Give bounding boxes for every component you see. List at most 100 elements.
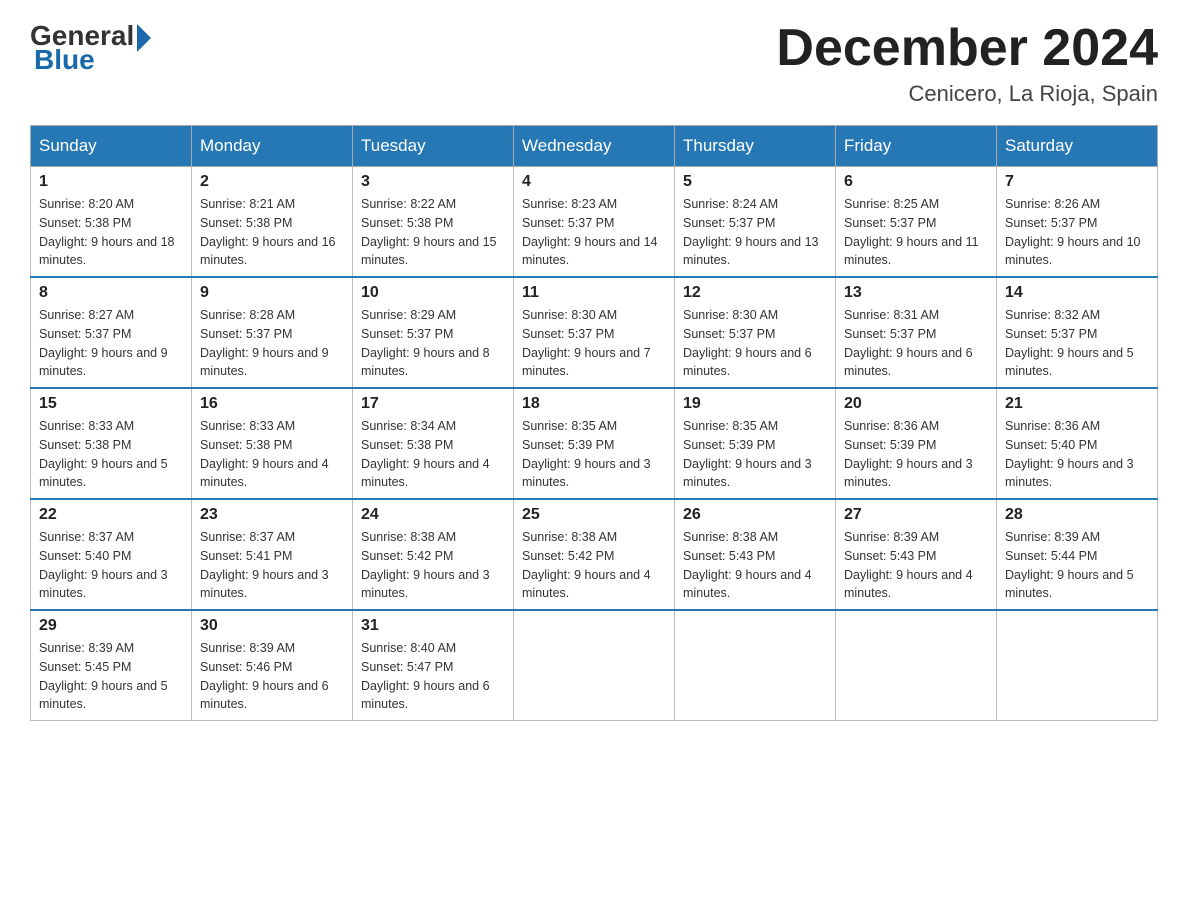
day-number: 24 xyxy=(361,506,505,524)
day-number: 30 xyxy=(200,617,344,635)
calendar-day-cell xyxy=(836,610,997,721)
day-info: Sunrise: 8:28 AM Sunset: 5:37 PM Dayligh… xyxy=(200,306,344,381)
day-info: Sunrise: 8:20 AM Sunset: 5:38 PM Dayligh… xyxy=(39,195,183,270)
day-of-week-header: Sunday xyxy=(31,126,192,167)
day-number: 19 xyxy=(683,395,827,413)
calendar-day-cell: 13 Sunrise: 8:31 AM Sunset: 5:37 PM Dayl… xyxy=(836,277,997,388)
day-number: 27 xyxy=(844,506,988,524)
calendar-week-row: 22 Sunrise: 8:37 AM Sunset: 5:40 PM Dayl… xyxy=(31,499,1158,610)
calendar-day-cell: 22 Sunrise: 8:37 AM Sunset: 5:40 PM Dayl… xyxy=(31,499,192,610)
day-number: 1 xyxy=(39,173,183,191)
day-info: Sunrise: 8:38 AM Sunset: 5:42 PM Dayligh… xyxy=(522,528,666,603)
day-info: Sunrise: 8:23 AM Sunset: 5:37 PM Dayligh… xyxy=(522,195,666,270)
day-number: 5 xyxy=(683,173,827,191)
calendar-day-cell: 31 Sunrise: 8:40 AM Sunset: 5:47 PM Dayl… xyxy=(353,610,514,721)
day-number: 29 xyxy=(39,617,183,635)
day-info: Sunrise: 8:35 AM Sunset: 5:39 PM Dayligh… xyxy=(522,417,666,492)
day-info: Sunrise: 8:33 AM Sunset: 5:38 PM Dayligh… xyxy=(39,417,183,492)
month-title: December 2024 xyxy=(776,20,1158,77)
day-info: Sunrise: 8:37 AM Sunset: 5:40 PM Dayligh… xyxy=(39,528,183,603)
calendar-day-cell: 24 Sunrise: 8:38 AM Sunset: 5:42 PM Dayl… xyxy=(353,499,514,610)
day-number: 3 xyxy=(361,173,505,191)
day-number: 20 xyxy=(844,395,988,413)
day-number: 9 xyxy=(200,284,344,302)
day-of-week-header: Saturday xyxy=(997,126,1158,167)
day-info: Sunrise: 8:38 AM Sunset: 5:43 PM Dayligh… xyxy=(683,528,827,603)
calendar-week-row: 29 Sunrise: 8:39 AM Sunset: 5:45 PM Dayl… xyxy=(31,610,1158,721)
calendar-day-cell: 17 Sunrise: 8:34 AM Sunset: 5:38 PM Dayl… xyxy=(353,388,514,499)
calendar-week-row: 15 Sunrise: 8:33 AM Sunset: 5:38 PM Dayl… xyxy=(31,388,1158,499)
day-number: 17 xyxy=(361,395,505,413)
calendar-day-cell: 19 Sunrise: 8:35 AM Sunset: 5:39 PM Dayl… xyxy=(675,388,836,499)
logo-blue-text: Blue xyxy=(34,44,95,76)
day-number: 11 xyxy=(522,284,666,302)
day-info: Sunrise: 8:31 AM Sunset: 5:37 PM Dayligh… xyxy=(844,306,988,381)
calendar-day-cell: 12 Sunrise: 8:30 AM Sunset: 5:37 PM Dayl… xyxy=(675,277,836,388)
day-of-week-header: Tuesday xyxy=(353,126,514,167)
day-info: Sunrise: 8:22 AM Sunset: 5:38 PM Dayligh… xyxy=(361,195,505,270)
day-info: Sunrise: 8:26 AM Sunset: 5:37 PM Dayligh… xyxy=(1005,195,1149,270)
day-of-week-header: Friday xyxy=(836,126,997,167)
day-of-week-header: Thursday xyxy=(675,126,836,167)
day-info: Sunrise: 8:24 AM Sunset: 5:37 PM Dayligh… xyxy=(683,195,827,270)
day-info: Sunrise: 8:29 AM Sunset: 5:37 PM Dayligh… xyxy=(361,306,505,381)
day-info: Sunrise: 8:32 AM Sunset: 5:37 PM Dayligh… xyxy=(1005,306,1149,381)
day-of-week-header: Monday xyxy=(192,126,353,167)
day-number: 12 xyxy=(683,284,827,302)
day-number: 25 xyxy=(522,506,666,524)
day-number: 21 xyxy=(1005,395,1149,413)
calendar-day-cell: 30 Sunrise: 8:39 AM Sunset: 5:46 PM Dayl… xyxy=(192,610,353,721)
day-number: 26 xyxy=(683,506,827,524)
day-number: 18 xyxy=(522,395,666,413)
calendar-table: SundayMondayTuesdayWednesdayThursdayFrid… xyxy=(30,125,1158,721)
day-number: 14 xyxy=(1005,284,1149,302)
calendar-day-cell: 25 Sunrise: 8:38 AM Sunset: 5:42 PM Dayl… xyxy=(514,499,675,610)
day-info: Sunrise: 8:33 AM Sunset: 5:38 PM Dayligh… xyxy=(200,417,344,492)
day-info: Sunrise: 8:27 AM Sunset: 5:37 PM Dayligh… xyxy=(39,306,183,381)
day-info: Sunrise: 8:37 AM Sunset: 5:41 PM Dayligh… xyxy=(200,528,344,603)
day-number: 23 xyxy=(200,506,344,524)
calendar-day-cell: 27 Sunrise: 8:39 AM Sunset: 5:43 PM Dayl… xyxy=(836,499,997,610)
day-number: 15 xyxy=(39,395,183,413)
day-number: 8 xyxy=(39,284,183,302)
logo: General Blue xyxy=(30,20,151,76)
calendar-day-cell: 18 Sunrise: 8:35 AM Sunset: 5:39 PM Dayl… xyxy=(514,388,675,499)
calendar-day-cell: 2 Sunrise: 8:21 AM Sunset: 5:38 PM Dayli… xyxy=(192,167,353,278)
calendar-day-cell: 4 Sunrise: 8:23 AM Sunset: 5:37 PM Dayli… xyxy=(514,167,675,278)
day-info: Sunrise: 8:34 AM Sunset: 5:38 PM Dayligh… xyxy=(361,417,505,492)
page-header: General Blue December 2024 Cenicero, La … xyxy=(30,20,1158,107)
calendar-day-cell: 5 Sunrise: 8:24 AM Sunset: 5:37 PM Dayli… xyxy=(675,167,836,278)
calendar-day-cell: 29 Sunrise: 8:39 AM Sunset: 5:45 PM Dayl… xyxy=(31,610,192,721)
day-info: Sunrise: 8:36 AM Sunset: 5:40 PM Dayligh… xyxy=(1005,417,1149,492)
day-number: 6 xyxy=(844,173,988,191)
day-info: Sunrise: 8:39 AM Sunset: 5:46 PM Dayligh… xyxy=(200,639,344,714)
calendar-week-row: 1 Sunrise: 8:20 AM Sunset: 5:38 PM Dayli… xyxy=(31,167,1158,278)
calendar-day-cell: 3 Sunrise: 8:22 AM Sunset: 5:38 PM Dayli… xyxy=(353,167,514,278)
calendar-day-cell: 10 Sunrise: 8:29 AM Sunset: 5:37 PM Dayl… xyxy=(353,277,514,388)
calendar-day-cell: 20 Sunrise: 8:36 AM Sunset: 5:39 PM Dayl… xyxy=(836,388,997,499)
day-info: Sunrise: 8:35 AM Sunset: 5:39 PM Dayligh… xyxy=(683,417,827,492)
calendar-day-cell xyxy=(675,610,836,721)
calendar-day-cell: 9 Sunrise: 8:28 AM Sunset: 5:37 PM Dayli… xyxy=(192,277,353,388)
calendar-header-row: SundayMondayTuesdayWednesdayThursdayFrid… xyxy=(31,126,1158,167)
day-info: Sunrise: 8:40 AM Sunset: 5:47 PM Dayligh… xyxy=(361,639,505,714)
calendar-day-cell: 14 Sunrise: 8:32 AM Sunset: 5:37 PM Dayl… xyxy=(997,277,1158,388)
day-info: Sunrise: 8:36 AM Sunset: 5:39 PM Dayligh… xyxy=(844,417,988,492)
logo-arrow-icon xyxy=(137,24,151,52)
calendar-day-cell: 7 Sunrise: 8:26 AM Sunset: 5:37 PM Dayli… xyxy=(997,167,1158,278)
calendar-day-cell: 8 Sunrise: 8:27 AM Sunset: 5:37 PM Dayli… xyxy=(31,277,192,388)
day-number: 4 xyxy=(522,173,666,191)
day-number: 31 xyxy=(361,617,505,635)
calendar-day-cell: 6 Sunrise: 8:25 AM Sunset: 5:37 PM Dayli… xyxy=(836,167,997,278)
day-info: Sunrise: 8:25 AM Sunset: 5:37 PM Dayligh… xyxy=(844,195,988,270)
day-number: 2 xyxy=(200,173,344,191)
day-info: Sunrise: 8:39 AM Sunset: 5:43 PM Dayligh… xyxy=(844,528,988,603)
calendar-day-cell: 1 Sunrise: 8:20 AM Sunset: 5:38 PM Dayli… xyxy=(31,167,192,278)
day-info: Sunrise: 8:38 AM Sunset: 5:42 PM Dayligh… xyxy=(361,528,505,603)
day-number: 10 xyxy=(361,284,505,302)
location-title: Cenicero, La Rioja, Spain xyxy=(776,81,1158,107)
day-number: 22 xyxy=(39,506,183,524)
day-number: 7 xyxy=(1005,173,1149,191)
calendar-day-cell: 15 Sunrise: 8:33 AM Sunset: 5:38 PM Dayl… xyxy=(31,388,192,499)
day-info: Sunrise: 8:39 AM Sunset: 5:45 PM Dayligh… xyxy=(39,639,183,714)
